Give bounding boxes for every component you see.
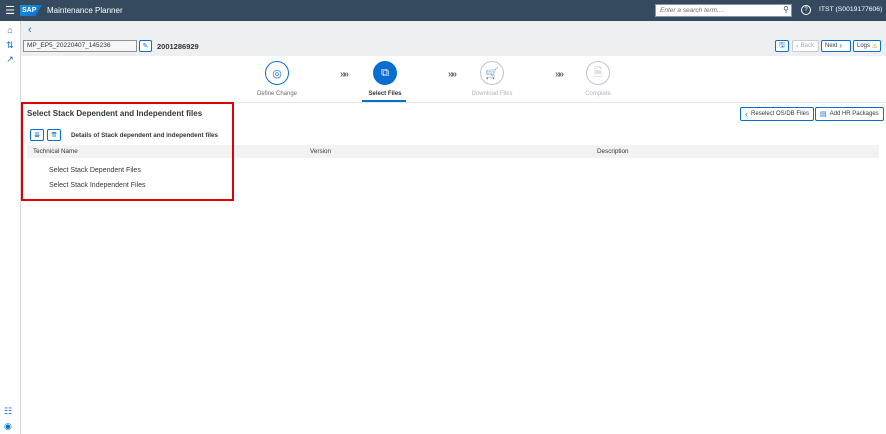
wizard-step-label: Download Files	[471, 91, 513, 97]
library-icon[interactable]: ☷	[4, 406, 12, 417]
chevron-left-icon: ‹	[745, 109, 748, 119]
home-icon[interactable]: ⌂	[4, 24, 16, 36]
back-button[interactable]: ‹ Back	[792, 40, 819, 52]
chevron-right-icon: ›	[839, 41, 843, 50]
back-navigation-icon[interactable]: ‹	[28, 24, 32, 36]
left-rail: ⌂ ⇅ ↗ ☷ ◉	[0, 21, 21, 434]
edit-icon[interactable]: ✎	[139, 40, 152, 52]
tree-title: Details of Stack dependent and independe…	[71, 132, 218, 139]
tree-row-stack-dependent[interactable]: Select Stack Dependent Files	[49, 167, 141, 174]
plan-number: 2001286929	[157, 42, 199, 51]
shell-bar: ☰ SAP Maintenance Planner Enter a search…	[0, 0, 886, 21]
app-title: Maintenance Planner	[47, 6, 123, 15]
wizard-step-define-change[interactable]: ◎ Define Change	[237, 61, 317, 97]
help-icon[interactable]: ?	[801, 5, 811, 15]
logs-button-label: Logs	[857, 43, 871, 49]
warning-icon: ⚠	[872, 43, 878, 50]
expand-all-button[interactable]: ⇊	[30, 129, 44, 141]
search-icon[interactable]: ⚲	[783, 5, 789, 14]
sort-icon[interactable]: ⇅	[4, 39, 16, 51]
menu-icon[interactable]: ☰	[0, 0, 20, 21]
section-title: Select Stack Dependent and Independent f…	[27, 109, 203, 118]
divider	[21, 102, 886, 103]
next-button-label: Next	[825, 43, 838, 49]
add-hr-packages-button[interactable]: ▤ Add HR Packages	[815, 107, 884, 121]
column-header-version: Version	[310, 148, 332, 155]
wizard-step-label: Complete	[585, 91, 611, 97]
back-button-label: Back	[800, 43, 815, 49]
wizard-step-select-files[interactable]: ⧉ Select Files	[345, 61, 425, 97]
external-link-icon[interactable]: ↗	[4, 53, 16, 65]
collapse-all-button[interactable]: ⇈	[47, 129, 61, 141]
save-button[interactable]: 🖫	[775, 40, 789, 52]
table-header: Technical Name Version Description	[27, 145, 879, 158]
wizard-step-complete: 🗎 Complete	[558, 61, 638, 97]
package-icon: ▤	[820, 111, 827, 118]
document-icon: 🗎	[586, 61, 610, 85]
logs-button[interactable]: Logs ⚠	[853, 40, 881, 52]
save-icon: 🖫	[779, 41, 785, 49]
search-input[interactable]: Enter a search term.... ⚲	[655, 4, 792, 17]
double-chevron-down-icon: ⇊	[34, 132, 40, 139]
target-icon: ◎	[265, 61, 289, 85]
wizard-step-download-files: 🛒 Download Files	[452, 61, 532, 97]
cart-icon: 🛒	[480, 61, 504, 85]
tree-row-stack-independent[interactable]: Select Stack Independent Files	[49, 182, 146, 189]
wizard-step-label: Select Files	[368, 91, 402, 97]
column-header-description: Description	[597, 148, 629, 155]
files-icon: ⧉	[373, 61, 397, 85]
wizard-step-label: Define Change	[256, 91, 298, 97]
double-chevron-up-icon: ⇈	[51, 132, 57, 139]
sap-logo: SAP	[20, 5, 42, 16]
next-button[interactable]: Next ›	[821, 40, 851, 52]
plan-name-field[interactable]: MP_EP5_20220407_145236	[23, 40, 137, 52]
chevron-left-icon: ‹	[796, 41, 799, 50]
column-header-technical-name: Technical Name	[33, 148, 78, 155]
add-hr-label: Add HR Packages	[829, 111, 879, 117]
location-icon[interactable]: ◉	[4, 421, 12, 432]
reselect-os-db-files-button[interactable]: ‹ Reselect OS/DB Files	[740, 107, 815, 121]
user-name[interactable]: ITST (S0019177606)	[819, 6, 882, 13]
reselect-label: Reselect OS/DB Files	[751, 111, 810, 117]
search-placeholder: Enter a search term....	[660, 7, 725, 14]
